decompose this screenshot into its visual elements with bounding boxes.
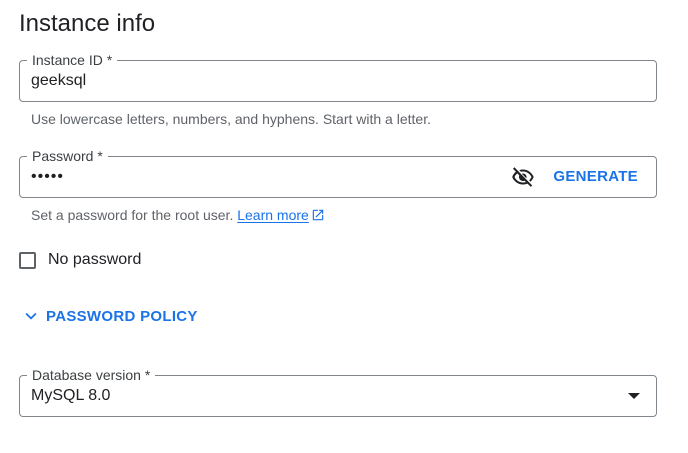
no-password-checkbox-row[interactable]: No password xyxy=(19,249,141,271)
password-policy-toggle[interactable]: PASSWORD POLICY xyxy=(20,305,198,327)
dropdown-arrow-icon[interactable] xyxy=(628,393,640,399)
password-field[interactable]: Password * ••••• GENERATE xyxy=(19,147,657,198)
password-helper: Set a password for the root user. Learn … xyxy=(31,206,325,224)
password-input[interactable]: ••••• xyxy=(31,157,64,197)
no-password-label: No password xyxy=(48,251,142,268)
password-policy-label: PASSWORD POLICY xyxy=(46,307,198,325)
generate-button[interactable]: GENERATE xyxy=(543,161,648,193)
database-version-value[interactable]: MySQL 8.0 xyxy=(31,376,110,416)
learn-more-link[interactable]: Learn more xyxy=(237,207,309,223)
eye-off-icon[interactable] xyxy=(511,165,535,189)
instance-id-helper: Use lowercase letters, numbers, and hyph… xyxy=(31,111,431,127)
database-version-select[interactable]: Database version * MySQL 8.0 xyxy=(19,366,657,417)
chevron-down-icon xyxy=(25,312,37,320)
password-helper-text: Set a password for the root user. xyxy=(31,207,238,223)
external-link-icon[interactable] xyxy=(311,208,325,222)
instance-id-input[interactable]: geeksql xyxy=(31,61,86,101)
no-password-checkbox[interactable] xyxy=(19,251,36,269)
section-title: Instance info xyxy=(19,10,156,37)
instance-id-field[interactable]: Instance ID * geeksql xyxy=(19,51,657,102)
